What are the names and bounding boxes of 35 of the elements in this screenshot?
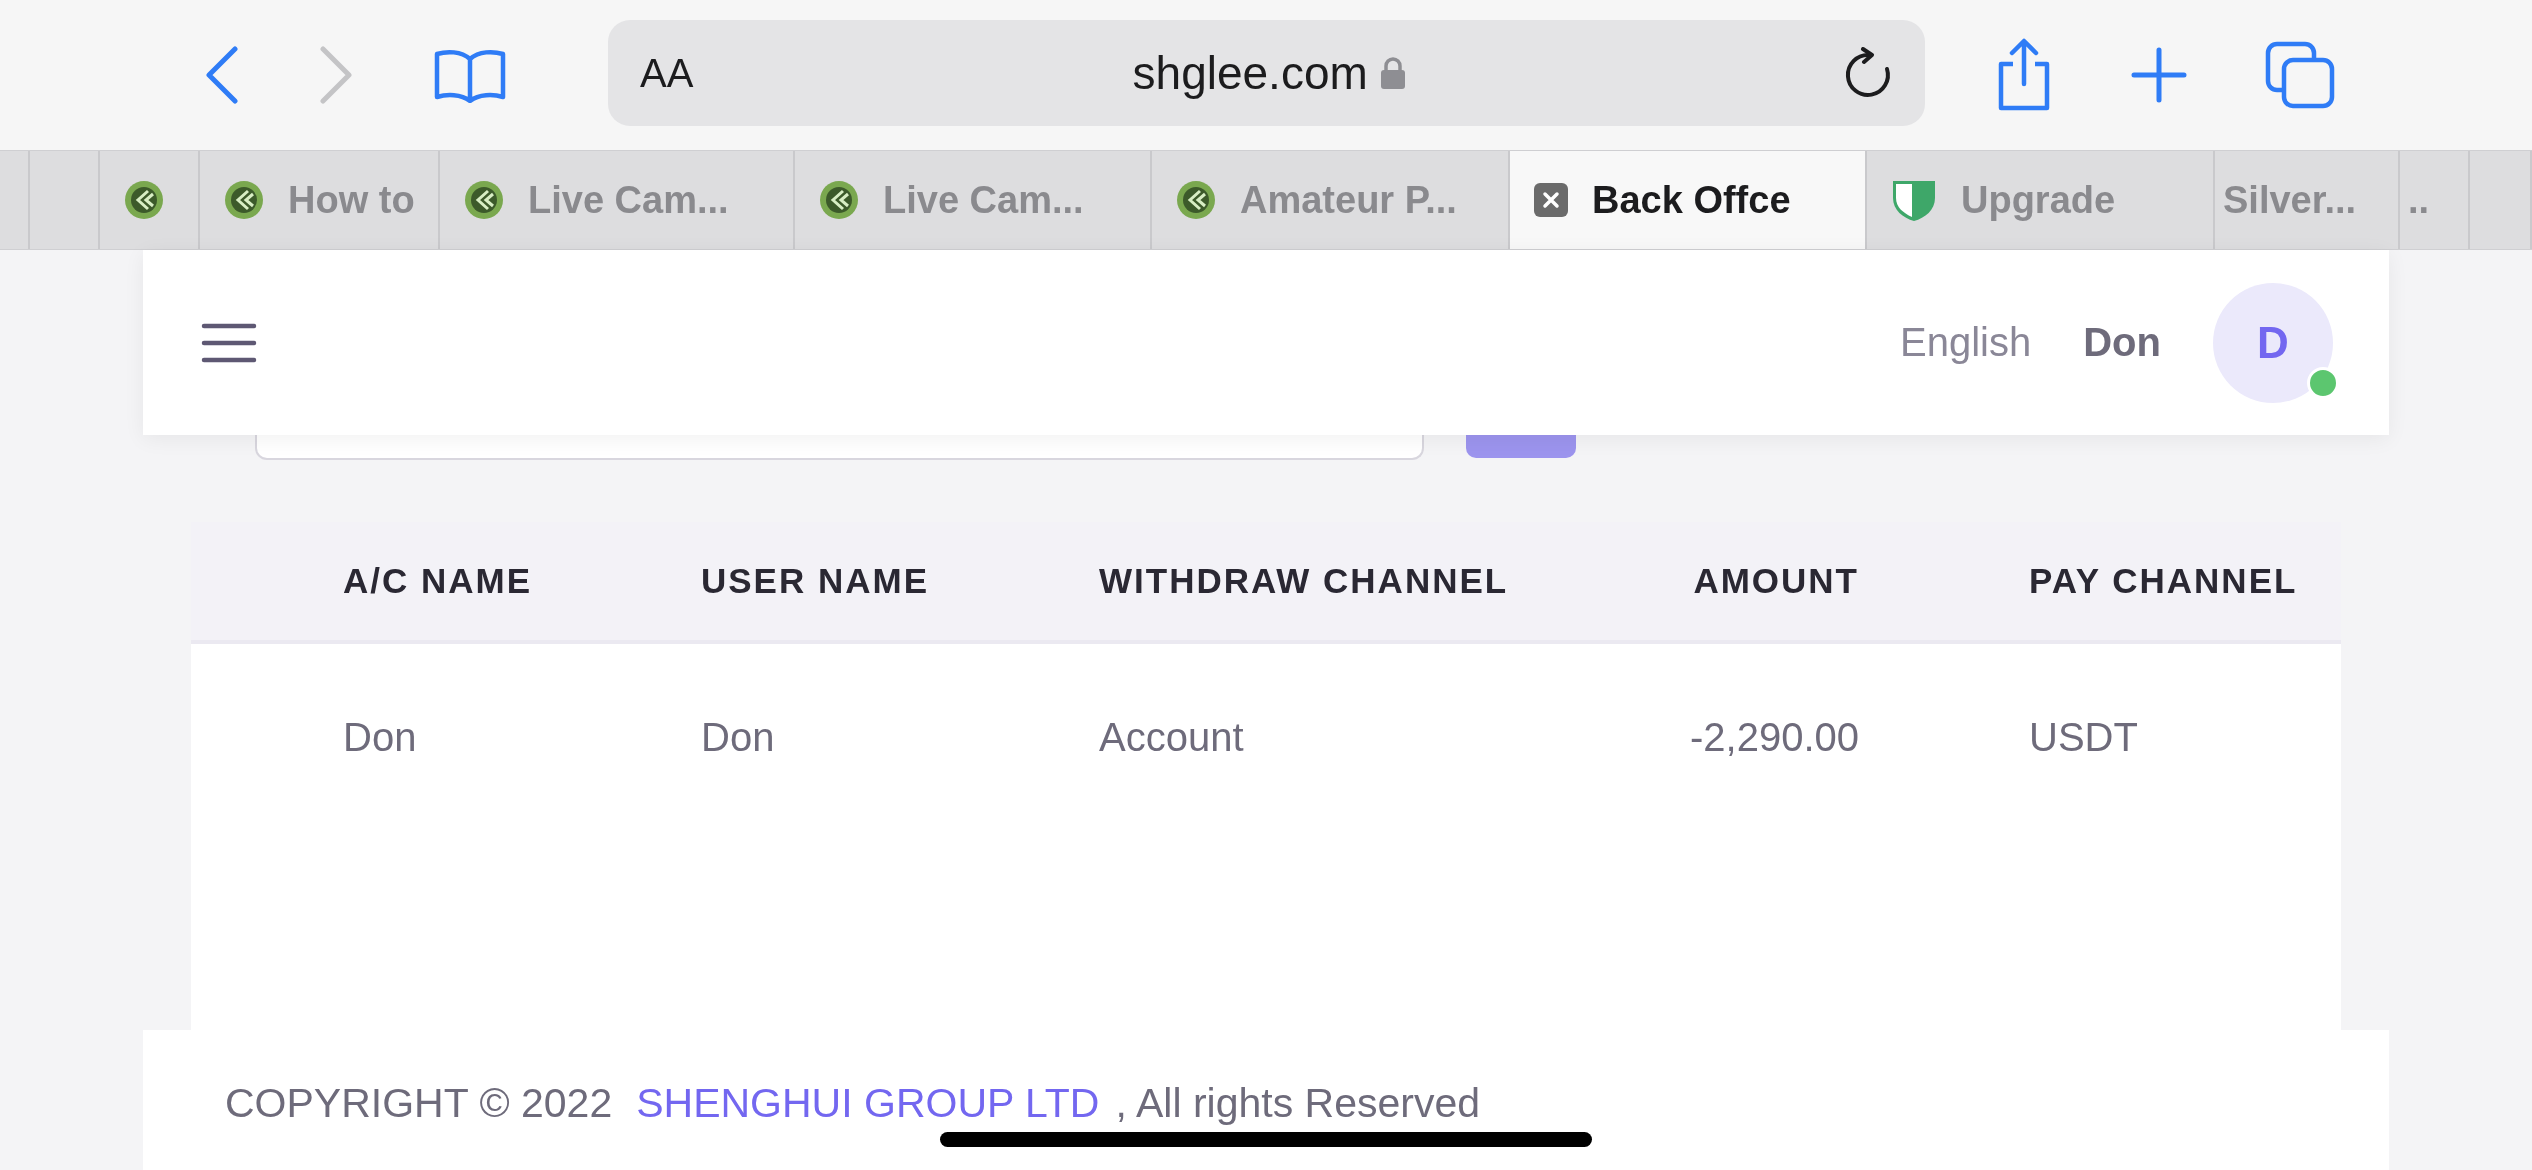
site-icon — [819, 180, 859, 220]
company-link[interactable]: SHENGHUI GROUP LTD — [636, 1080, 1100, 1127]
table-cell-text: Don — [343, 714, 418, 760]
text-size-button[interactable]: AA — [640, 50, 694, 96]
browser-tab[interactable]: .. — [2400, 151, 2470, 249]
site-icon — [1176, 180, 1216, 220]
table-cell-text: -2,290.00 — [1688, 714, 1859, 760]
back-icon[interactable] — [205, 46, 239, 104]
site-icon — [124, 180, 164, 220]
close-icon[interactable] — [1534, 183, 1568, 217]
browser-tab[interactable]: Back Offce — [1510, 151, 1867, 249]
site-icon — [224, 180, 264, 220]
tabs-icon[interactable] — [2265, 41, 2335, 109]
copyright-text: COPYRIGHT © 2022 — [225, 1080, 613, 1127]
rights-text: , All rights Reserved — [1115, 1080, 1481, 1127]
reload-icon[interactable] — [1845, 47, 1893, 99]
site-icon — [464, 180, 504, 220]
table-cell-text: Account — [1099, 714, 1245, 760]
column-header: A/C NAME — [343, 561, 534, 601]
column-header: USER NAME — [701, 561, 931, 601]
shield-icon — [1891, 178, 1937, 222]
address-bar[interactable]: AA shglee.com — [608, 20, 1925, 126]
column-header: WITHDRAW CHANNEL — [1099, 561, 1510, 601]
column-header: PAY CHANNEL — [2028, 561, 2299, 601]
language-selector[interactable]: English — [1900, 320, 2032, 365]
table-cell-text: USDT — [2028, 714, 2139, 760]
table-cell-text: Don — [701, 714, 776, 760]
lock-icon — [1379, 56, 1406, 90]
menu-icon[interactable] — [201, 321, 257, 364]
user-name: Don — [2083, 320, 2161, 365]
input-field[interactable] — [255, 435, 1424, 460]
book-icon[interactable] — [433, 47, 507, 103]
new-tab-icon[interactable] — [2131, 47, 2187, 103]
url-text: shglee.com — [1132, 46, 1368, 100]
column-header: AMOUNT — [1692, 561, 1859, 601]
